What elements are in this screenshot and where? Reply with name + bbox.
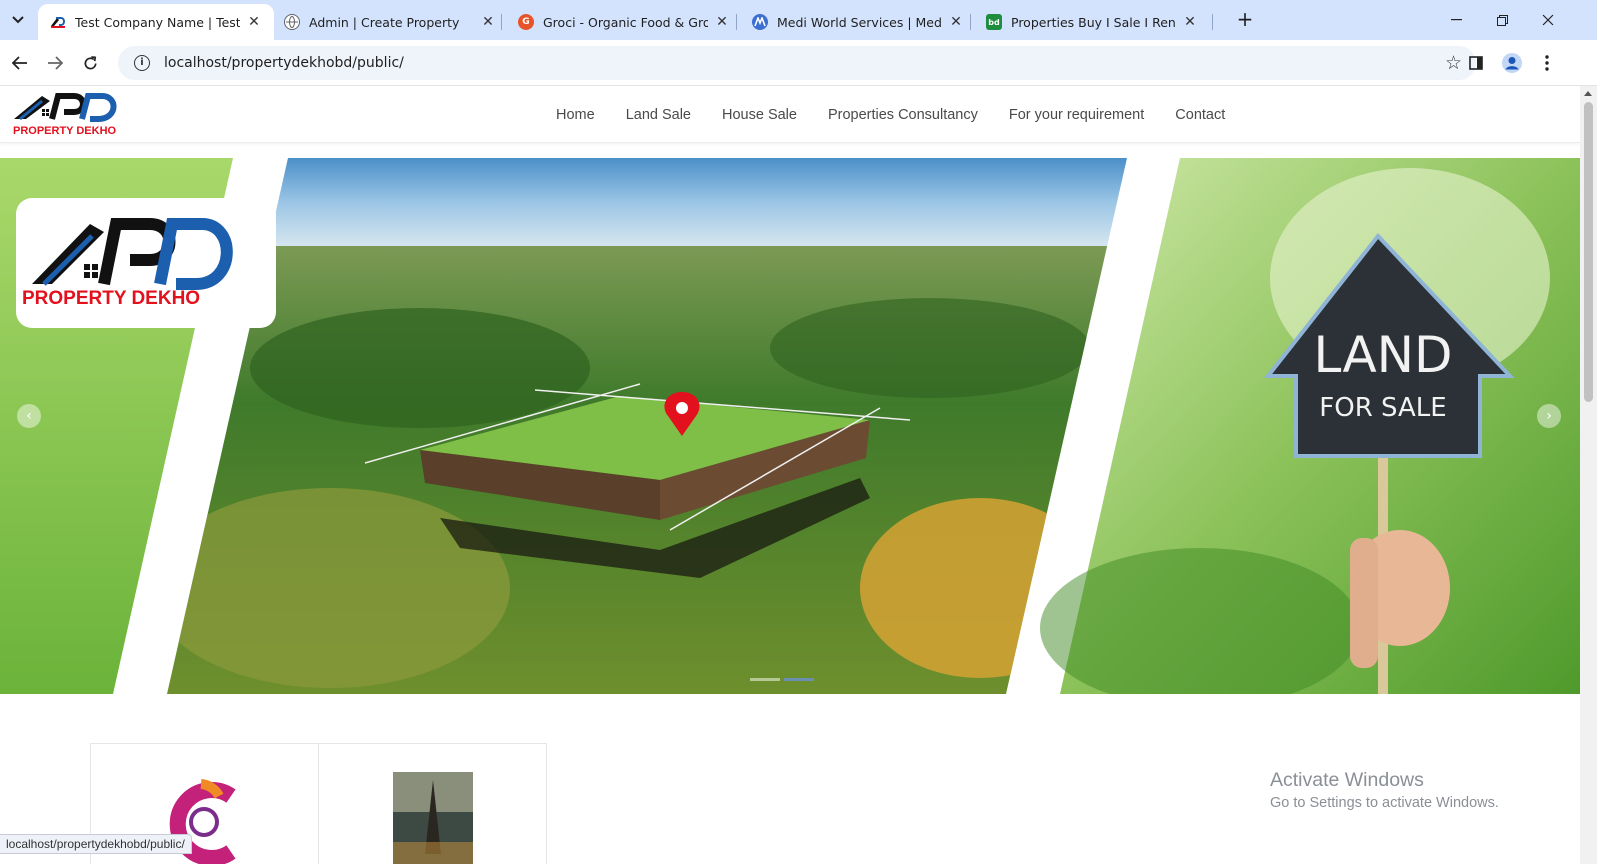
browser-tab-2[interactable]: G Groci - Organic Food & Grocery ✕	[506, 4, 742, 40]
bd-favicon-icon: bd	[986, 14, 1002, 30]
close-tab-icon[interactable]: ✕	[714, 14, 730, 30]
medi-world-favicon-icon	[752, 14, 768, 30]
browser-tab-strip: Test Company Name | Test Com ✕ Admin | C…	[0, 0, 1597, 40]
tab-separator	[736, 14, 737, 30]
minimize-window-button[interactable]	[1433, 0, 1479, 40]
tab-title: Groci - Organic Food & Grocery	[543, 14, 708, 30]
tab-separator	[501, 14, 502, 30]
carousel-prev-button[interactable]: ‹	[17, 404, 41, 428]
chevron-down-icon	[12, 16, 24, 24]
profile-button[interactable]	[1499, 50, 1525, 76]
tab-title: Admin | Create Property	[309, 14, 460, 30]
bookmark-star-icon[interactable]: ☆	[1445, 52, 1462, 74]
back-button[interactable]	[7, 50, 33, 76]
hero-slide-image: PROPERTY DEKHO LAND FOR SALE	[0, 158, 1580, 694]
side-panel-button[interactable]	[1463, 50, 1489, 76]
logo-text: PROPERTY DEKHO	[13, 125, 117, 137]
new-tab-button[interactable]: +	[1233, 8, 1257, 32]
property-dekho-favicon-icon	[50, 14, 66, 30]
web-page: PROPERTY DEKHO Home Land Sale House Sale…	[0, 86, 1580, 864]
close-icon	[1542, 14, 1554, 26]
tab-search-button[interactable]	[6, 8, 30, 32]
site-logo[interactable]: PROPERTY DEKHO	[12, 90, 124, 138]
restore-icon	[1496, 14, 1508, 26]
scrollbar-thumb[interactable]	[1584, 102, 1593, 402]
address-url[interactable]: localhost/propertydekhobd/public/	[164, 55, 404, 71]
address-bar[interactable]: i localhost/propertydekhobd/public/ ☆	[118, 46, 1476, 80]
browser-tab-3[interactable]: Medi World Services | Medical E ✕	[740, 4, 976, 40]
sign-subtitle: FOR SALE	[1319, 393, 1446, 423]
close-tab-icon[interactable]: ✕	[948, 14, 964, 30]
nav-house-sale[interactable]: House Sale	[722, 107, 797, 123]
carousel-indicators	[750, 678, 818, 681]
nav-for-your-requirement[interactable]: For your requirement	[1009, 107, 1144, 123]
nav-land-sale[interactable]: Land Sale	[626, 107, 691, 123]
carousel-indicator-1[interactable]	[750, 678, 780, 681]
close-tab-icon[interactable]: ✕	[1182, 14, 1198, 30]
windows-activation-watermark: Activate Windows Go to Settings to activ…	[1270, 769, 1499, 811]
nav-home[interactable]: Home	[556, 107, 595, 123]
browser-toolbar: i localhost/propertydekhobd/public/ ☆	[0, 40, 1597, 86]
arrow-right-icon	[48, 56, 63, 70]
reload-icon	[84, 55, 96, 69]
page-scrollbar[interactable]	[1580, 86, 1597, 864]
arrow-left-icon	[12, 56, 27, 70]
chrome-menu-button[interactable]	[1534, 50, 1560, 76]
tab-title: Properties Buy I Sale I Rent - Re	[1011, 14, 1176, 30]
reload-button[interactable]	[77, 50, 103, 76]
site-header: PROPERTY DEKHO Home Land Sale House Sale…	[0, 86, 1580, 143]
nav-properties-consultancy[interactable]: Properties Consultancy	[828, 107, 978, 123]
watermark-heading: Activate Windows	[1270, 769, 1424, 791]
category-card[interactable]	[318, 743, 547, 864]
carousel-indicator-2[interactable]	[784, 678, 814, 681]
restore-window-button[interactable]	[1479, 0, 1525, 40]
close-tab-icon[interactable]: ✕	[246, 14, 262, 30]
tab-title: Test Company Name | Test Com	[75, 14, 240, 30]
close-tab-icon[interactable]: ✕	[480, 14, 496, 30]
close-window-button[interactable]	[1525, 0, 1571, 40]
hero-carousel: PROPERTY DEKHO LAND FOR SALE ‹ ›	[0, 158, 1580, 694]
forward-button[interactable]	[42, 50, 68, 76]
minimize-icon	[1450, 19, 1462, 21]
tab-separator	[970, 14, 971, 30]
watermark-subtext: Go to Settings to activate Windows.	[1270, 795, 1499, 811]
browser-tab-4[interactable]: bd Properties Buy I Sale I Rent - Re ✕	[974, 4, 1210, 40]
globe-icon	[284, 14, 300, 30]
profile-avatar-icon	[1502, 53, 1522, 73]
site-info-icon[interactable]: i	[134, 55, 150, 71]
link-status-bubble: localhost/propertydekhobd/public/	[0, 834, 192, 854]
browser-tab-1[interactable]: Admin | Create Property ✕	[272, 4, 508, 40]
category-card-photo	[393, 772, 473, 864]
tab-title: Medi World Services | Medical E	[777, 14, 942, 30]
carousel-next-button[interactable]: ›	[1537, 404, 1561, 428]
main-nav: Home Land Sale House Sale Properties Con…	[556, 86, 1256, 143]
scroll-up-icon[interactable]	[1584, 91, 1592, 96]
tab-separator	[1212, 14, 1213, 30]
browser-tab-0[interactable]: Test Company Name | Test Com ✕	[38, 4, 274, 40]
hero-logo-text: PROPERTY DEKHO	[22, 288, 200, 309]
sign-title: LAND	[1313, 326, 1452, 384]
groci-favicon-icon: G	[518, 14, 534, 30]
more-vert-icon	[1545, 55, 1549, 71]
nav-contact[interactable]: Contact	[1175, 107, 1225, 123]
side-panel-icon	[1469, 56, 1483, 70]
